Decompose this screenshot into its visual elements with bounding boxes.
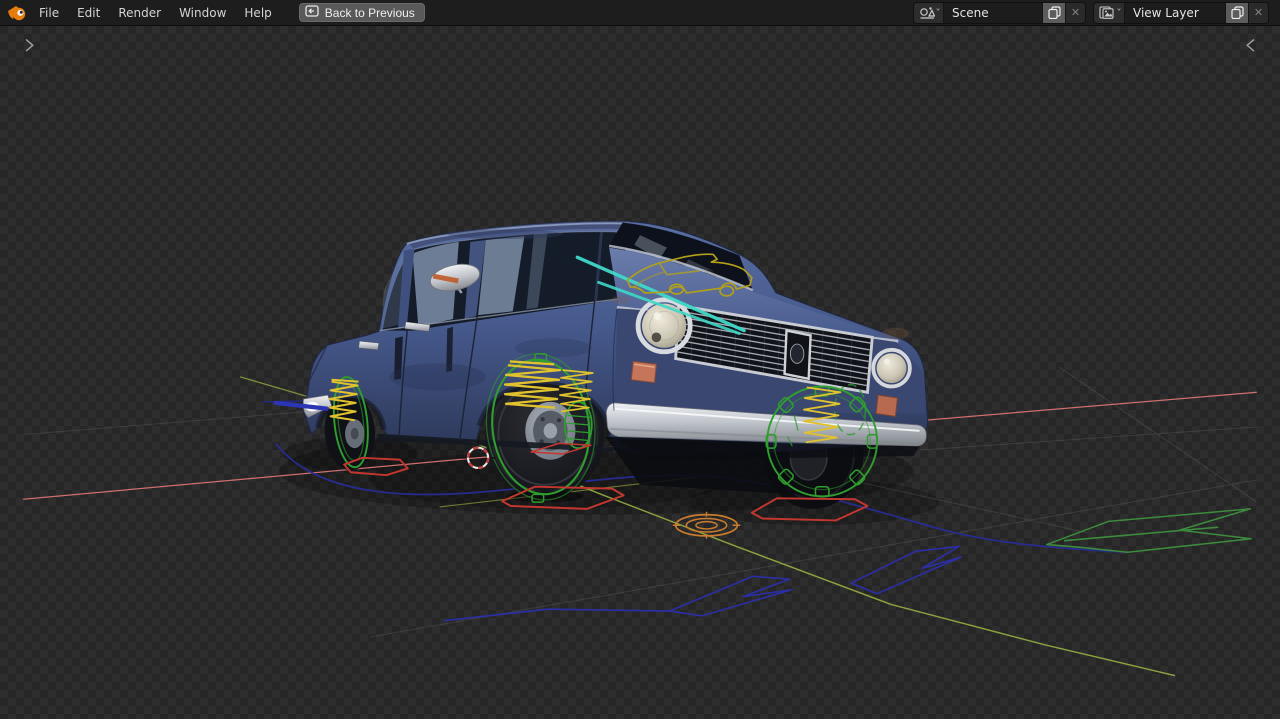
new-scene-button[interactable] — [1042, 2, 1065, 23]
back-to-previous-button[interactable]: Back to Previous — [298, 3, 425, 22]
menu-bar: File Edit Render Window Help — [30, 0, 281, 26]
menu-render[interactable]: Render — [109, 0, 170, 26]
back-button-label: Back to Previous — [324, 5, 415, 20]
scene-dropdown-chevron-icon: ˅ — [935, 7, 941, 17]
turn-signal-right — [875, 394, 898, 417]
blue-arrow-control-left — [444, 575, 793, 622]
blue-arrow-control-right — [850, 545, 962, 595]
topbar: File Edit Render Window Help Back to Pre… — [0, 0, 1280, 26]
viewport-scene — [23, 38, 1258, 677]
ground-arrow-controls[interactable] — [444, 508, 1252, 622]
scene-browse-button[interactable]: ˅ — [914, 2, 944, 23]
menu-edit[interactable]: Edit — [68, 0, 109, 26]
menu-file[interactable]: File — [30, 0, 68, 26]
scene-selector: ˅ Scene ✕ — [913, 1, 1086, 24]
duplicate-pages-icon — [1047, 6, 1061, 19]
expand-right-panel-chevron-icon[interactable] — [1246, 38, 1255, 52]
scene-icon — [920, 6, 935, 19]
view-layer-selector: ˅ View Layer ✕ — [1093, 1, 1269, 24]
unlink-scene-button[interactable]: ✕ — [1065, 2, 1085, 23]
view-layer-browse-button[interactable]: ˅ — [1094, 2, 1125, 23]
scene-name-field[interactable]: Scene — [944, 3, 1042, 23]
headlight-right — [871, 347, 912, 389]
blender-logo-icon[interactable] — [4, 0, 30, 26]
new-view-layer-button[interactable] — [1225, 2, 1248, 23]
menu-window[interactable]: Window — [170, 0, 235, 26]
view-layer-dropdown-chevron-icon: ˅ — [1116, 7, 1122, 17]
view-layer-icon — [1099, 5, 1114, 19]
3d-viewport[interactable] — [0, 26, 1280, 719]
menu-help[interactable]: Help — [235, 0, 280, 26]
expand-left-panel-chevron-icon[interactable] — [25, 38, 34, 52]
view-layer-name-field[interactable]: View Layer — [1125, 3, 1225, 23]
remove-view-layer-button[interactable]: ✕ — [1248, 2, 1268, 23]
duplicate-pages-icon — [1230, 6, 1244, 19]
back-arrow-icon — [305, 5, 319, 20]
